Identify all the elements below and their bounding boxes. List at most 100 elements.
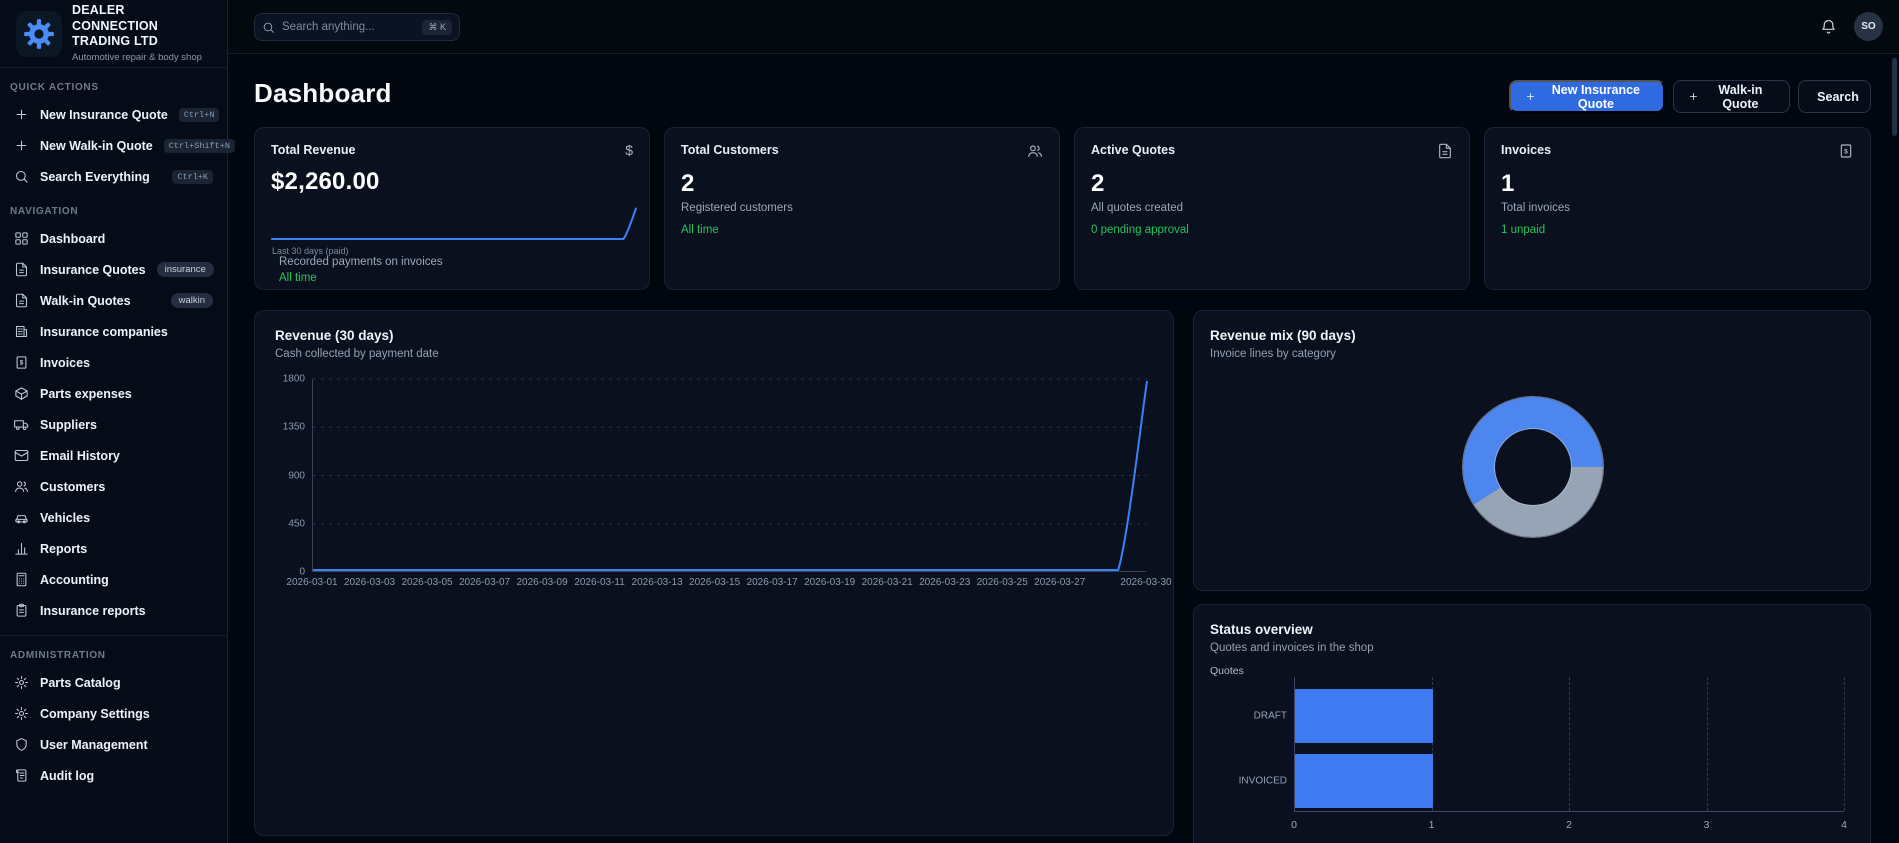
sidebar-item-parts-catalog[interactable]: Parts Catalog bbox=[6, 667, 221, 698]
search-button[interactable]: Search bbox=[1798, 80, 1871, 113]
sidebar-item-vehicles[interactable]: Vehicles bbox=[6, 502, 221, 533]
search-shortcut-badge: ⌘ K bbox=[422, 19, 452, 35]
chart-title: Revenue (30 days) bbox=[275, 328, 394, 343]
category-label-invoiced: INVOICED bbox=[1238, 775, 1287, 787]
stat-card-active-quotes: Active Quotes 2 All quotes created 0 pen… bbox=[1074, 127, 1470, 290]
sidebar-item-new-walk-in-quote[interactable]: New Walk-in Quote Ctrl+Shift+N bbox=[6, 130, 235, 161]
x-axis-tick-label: 2026-03-03 bbox=[343, 577, 396, 588]
category-label-draft: DRAFT bbox=[1253, 710, 1287, 722]
sidebar-item-suppliers[interactable]: Suppliers bbox=[6, 409, 221, 440]
building-icon bbox=[14, 324, 29, 339]
stat-value: 2 bbox=[1091, 170, 1105, 197]
chart-icon bbox=[14, 541, 29, 556]
sidebar-item-email-history[interactable]: Email History bbox=[6, 440, 221, 471]
sidebar-item-accounting[interactable]: Accounting bbox=[6, 564, 221, 595]
user-avatar[interactable]: SO bbox=[1854, 12, 1883, 41]
sidebar-item-reports[interactable]: Reports bbox=[6, 533, 221, 564]
x-axis-tick-label: 2 bbox=[1566, 819, 1572, 831]
x-axis-tick-label: 4 bbox=[1841, 819, 1847, 831]
chart-subtitle: Invoice lines by category bbox=[1210, 348, 1336, 360]
sidebar-item-parts-expenses[interactable]: Parts expenses bbox=[6, 378, 221, 409]
global-search-input[interactable]: Search anything... ⌘ K bbox=[254, 13, 460, 41]
sidebar-item-customers[interactable]: Customers bbox=[6, 471, 221, 502]
sidebar-item-label: Email History bbox=[40, 448, 120, 463]
chart-subtitle: Cash collected by payment date bbox=[275, 348, 439, 360]
page-title: Dashboard bbox=[254, 78, 392, 108]
x-axis-tick-label: 2026-03-23 bbox=[919, 577, 971, 588]
sidebar-item-label: Customers bbox=[40, 479, 106, 494]
gear-icon bbox=[14, 706, 29, 721]
file-icon bbox=[1437, 143, 1453, 159]
sidebar-item-insurance-companies[interactable]: Insurance companies bbox=[6, 316, 221, 347]
mail-icon bbox=[14, 448, 29, 463]
calculator-icon bbox=[14, 572, 29, 587]
status-bar-invoiced[interactable] bbox=[1295, 754, 1433, 808]
y-axis-tick-label: 0 bbox=[299, 566, 305, 578]
sidebar-item-user-management[interactable]: User Management bbox=[6, 729, 221, 760]
status-bar-draft[interactable] bbox=[1295, 689, 1433, 743]
revenue-line-chart bbox=[312, 378, 1148, 572]
walk-in-quote-button[interactable]: Walk-in Quote bbox=[1673, 80, 1790, 113]
stat-title: Invoices bbox=[1501, 143, 1552, 157]
stat-card-total-customers: Total Customers 2 Registered customers A… bbox=[664, 127, 1060, 290]
bell-icon[interactable] bbox=[1820, 18, 1837, 35]
donut-hole bbox=[1495, 429, 1571, 505]
stat-title: Total Revenue bbox=[271, 143, 356, 157]
x-axis-tick-label: 2026-03-07 bbox=[458, 577, 511, 588]
stat-footnote: 1 unpaid bbox=[1501, 224, 1546, 236]
sidebar-item-label: Insurance reports bbox=[40, 603, 146, 618]
y-axis-tick-label: 1350 bbox=[282, 421, 305, 433]
x-gridline bbox=[1569, 677, 1570, 811]
stat-footnote: All time bbox=[681, 224, 719, 236]
stat-footnote: All time bbox=[279, 272, 317, 284]
topbar: Search anything... ⌘ K SO bbox=[228, 0, 1899, 54]
x-axis-tick-label: 2026-03-13 bbox=[631, 577, 683, 588]
stat-description: Registered customers bbox=[681, 202, 793, 214]
brand-name-line2: TRADING LTD bbox=[72, 34, 158, 49]
sidebar-item-label: Accounting bbox=[40, 572, 109, 587]
y-axis-tick-label: 450 bbox=[288, 518, 305, 530]
sidebar-item-company-settings[interactable]: Company Settings bbox=[6, 698, 221, 729]
x-axis-tick-label: 2026-03-15 bbox=[689, 577, 741, 588]
search-placeholder-text: Search anything... bbox=[282, 21, 375, 33]
x-axis-tick-label: 3 bbox=[1703, 819, 1710, 831]
sidebar-item-insurance-quotes[interactable]: Insurance Quotes insurance bbox=[6, 254, 221, 285]
users-icon bbox=[14, 479, 29, 494]
sidebar-item-invoices[interactable]: $ Invoices bbox=[6, 347, 221, 378]
chart-title: Status overview bbox=[1210, 622, 1313, 637]
sidebar-item-walk-in-quotes[interactable]: Walk-in Quotes walkin bbox=[6, 285, 221, 316]
x-axis-tick-label: 0 bbox=[1291, 819, 1297, 831]
sidebar-item-search-everything[interactable]: Search Everything Ctrl+K bbox=[6, 161, 221, 192]
sidebar-item-label: Reports bbox=[40, 541, 88, 556]
sidebar-item-new-insurance-quote[interactable]: New Insurance Quote Ctrl+N bbox=[6, 99, 221, 130]
sidebar-item-label: Insurance Quotes bbox=[40, 262, 146, 277]
users-icon bbox=[1027, 143, 1043, 159]
sidebar-item-label: Audit log bbox=[40, 768, 95, 783]
dollar-icon: $ bbox=[625, 142, 633, 158]
sidebar-divider bbox=[0, 635, 227, 636]
sidebar-item-dashboard[interactable]: Dashboard bbox=[6, 223, 221, 254]
chart-subtitle: Quotes and invoices in the shop bbox=[1210, 642, 1374, 654]
new-insurance-quote-button[interactable]: New Insurance Quote bbox=[1509, 80, 1665, 113]
x-axis-tick-label: 2026-03-19 bbox=[804, 577, 856, 588]
x-axis-tick-label: 2026-03-01 bbox=[286, 577, 338, 588]
x-gridline bbox=[1844, 677, 1845, 811]
sidebar-item-label: User Management bbox=[40, 737, 148, 752]
sidebar-sections: QUICK ACTIONS New Insurance Quote Ctrl+N Ne… bbox=[0, 82, 235, 791]
stat-value: $2,260.00 bbox=[271, 168, 380, 195]
status-overview-card: Status overview Quotes and invoices in t… bbox=[1193, 604, 1871, 843]
vertical-scrollbar-thumb[interactable] bbox=[1892, 58, 1897, 136]
chart-group-label: Quotes bbox=[1210, 665, 1244, 677]
stat-title: Active Quotes bbox=[1091, 143, 1176, 157]
revenue-30-days-card: Revenue (30 days) Cash collected by paym… bbox=[254, 310, 1174, 836]
sidebar-item-audit-log[interactable]: Audit log bbox=[6, 760, 221, 791]
sidebar-item-insurance-reports[interactable]: Insurance reports bbox=[6, 595, 221, 626]
x-axis-tick-label: 2026-03-21 bbox=[861, 577, 913, 588]
brand-block: DEALER CONNECTION TRADING LTD Automotive… bbox=[0, 0, 227, 68]
keyboard-shortcut-badge: Ctrl+Shift+N bbox=[163, 138, 235, 153]
x-axis-tick-label: 2026-03-05 bbox=[401, 577, 453, 588]
revenue-mix-card: Revenue mix (90 days) Invoice lines by c… bbox=[1193, 310, 1871, 591]
brand-logo bbox=[16, 10, 62, 57]
x-axis-tick-label: 2026-03-30 bbox=[1120, 577, 1172, 588]
sidebar-item-label: Search Everything bbox=[40, 169, 150, 184]
